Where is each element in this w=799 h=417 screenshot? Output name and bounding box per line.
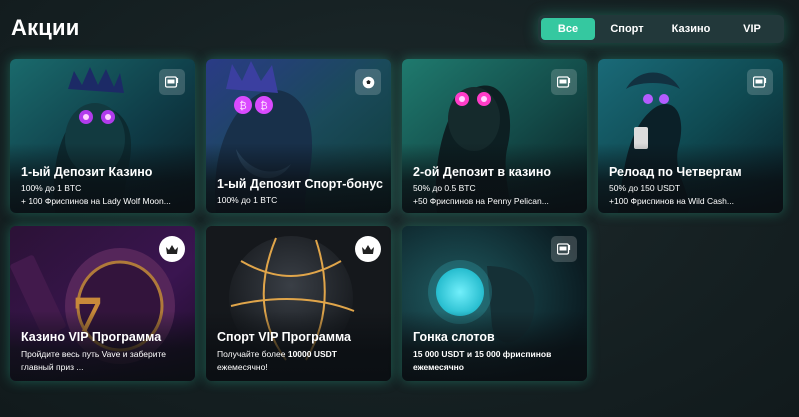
promo-offer: Получайте более 10000 USDT (217, 349, 337, 359)
promo-title: 1-ый Депозит Казино (21, 165, 153, 179)
promo-title: Релоад по Четвергам (609, 165, 742, 179)
tab-vip[interactable]: VIP (723, 18, 781, 40)
promo-card-slot-race[interactable]: Гонка слотов 15 000 USDT и 15 000 фриспи… (402, 226, 587, 381)
promo-card-casino-vip[interactable]: 7 Казино VIP Программа Пройдите весь пут… (10, 226, 195, 381)
promo-offer: 50% до 0.5 BTC (413, 183, 476, 193)
tab-casino[interactable]: Казино (659, 18, 723, 40)
promo-title: Гонка слотов (413, 330, 495, 344)
crown-icon (159, 236, 185, 262)
promo-detail: главный приз ... (21, 362, 84, 372)
page-title: Акции (11, 15, 80, 40)
promo-card-sport-vip[interactable]: Спорт VIP Программа Получайте более 1000… (206, 226, 391, 381)
promo-detail: ежемесячно (413, 362, 464, 372)
promo-offer: 50% до 150 USDT (609, 183, 681, 193)
promo-card-casino-first-deposit[interactable]: 1-ый Депозит Казино 100% до 1 BTC + 100 … (10, 59, 195, 213)
soccer-ball-icon (355, 69, 381, 95)
svg-text:₿: ₿ (260, 100, 267, 112)
tab-all[interactable]: Все (541, 18, 595, 40)
promo-title: 1-ый Депозит Спорт-бонус (217, 177, 383, 191)
slot-machine-icon (747, 69, 773, 95)
promo-detail: ежемесячно! (217, 362, 268, 372)
promo-title: Спорт VIP Программа (217, 330, 352, 344)
svg-text:₿: ₿ (239, 100, 246, 112)
promo-offer: Пройдите весь путь Vave и заберите (21, 349, 166, 359)
slot-machine-icon (159, 69, 185, 95)
promo-detail: + 100 Фриспинов на Lady Wolf Moon... (21, 196, 171, 206)
slot-machine-icon (551, 69, 577, 95)
promo-card-casino-second-deposit[interactable]: 2-ой Депозит в казино 50% до 0.5 BTC +50… (402, 59, 587, 213)
tab-sport[interactable]: Спорт (595, 18, 659, 40)
category-filter: Все Спорт Казино VIP (538, 15, 784, 43)
promo-title: 2-ой Депозит в казино (413, 165, 552, 179)
promo-detail: +100 Фриспинов на Wild Cash... (609, 196, 734, 206)
promo-offer: 100% до 1 BTC (21, 183, 82, 193)
crown-icon (355, 236, 381, 262)
promo-offer: 15 000 USDT и 15 000 фриспинов (413, 349, 552, 359)
promo-detail: +50 Фриспинов на Penny Pelican... (413, 196, 549, 206)
slot-machine-icon (551, 236, 577, 262)
promo-offer: 100% до 1 BTC (217, 195, 278, 205)
promo-card-sport-first-deposit[interactable]: ₿ ₿ 1-ый Депозит Спорт-бонус 100% до 1 B… (206, 59, 391, 213)
promo-title: Казино VIP Программа (21, 330, 162, 344)
promo-card-thursday-reload[interactable]: Релоад по Четвергам 50% до 150 USDT +100… (598, 59, 783, 213)
